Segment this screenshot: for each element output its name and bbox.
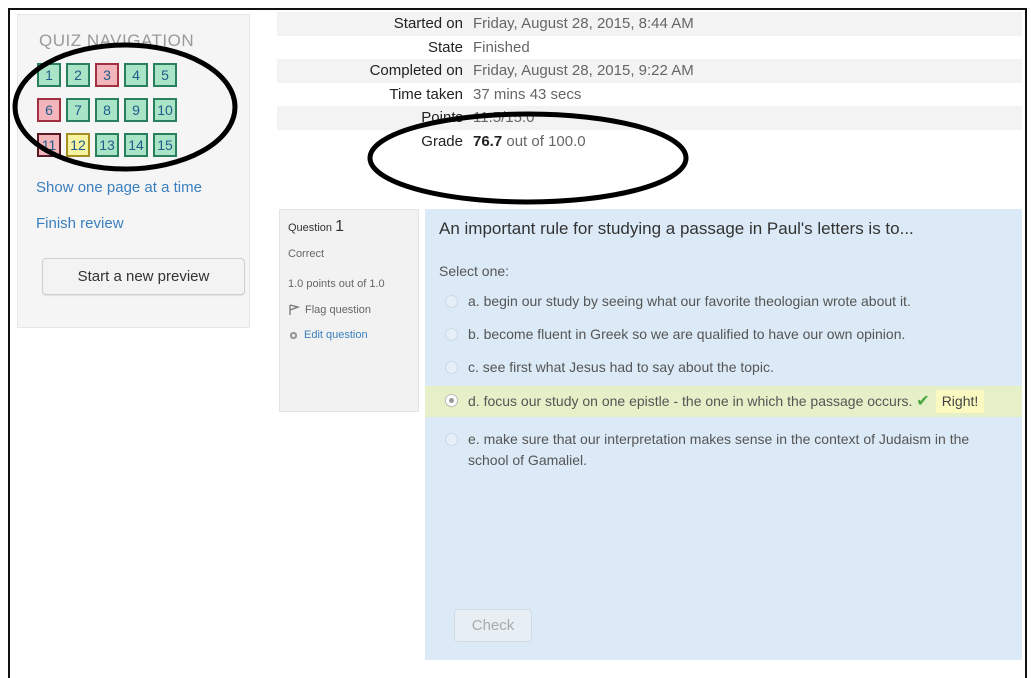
summary-row: State Finished [277,36,1022,60]
flag-icon [289,304,300,315]
edit-question-link[interactable]: Edit question [288,329,410,341]
show-one-page-link[interactable]: Show one page at a time [36,179,202,196]
question-row: 6 7 8 9 10 [37,98,177,122]
question-button[interactable]: 6 [37,98,61,122]
answer-text: b. become fluent in Greek so we are qual… [468,326,906,342]
summary-row: Points 11.5/15.0 [277,106,1022,130]
answer-radio-selected[interactable] [445,394,458,407]
summary-value: 76.7 out of 100.0 [473,133,586,150]
question-button[interactable]: 15 [153,133,177,157]
question-button[interactable]: 2 [66,63,90,87]
answer-option[interactable]: c. see first what Jesus had to say about… [439,357,1008,378]
summary-value: 37 mins 43 secs [473,85,582,103]
summary-label: Started on [393,15,463,33]
summary-label: Points [421,109,463,127]
question-content-panel: An important rule for studying a passage… [425,209,1022,660]
answer-radio[interactable] [445,328,458,341]
edit-question-label: Edit question [304,329,368,341]
finish-review-link[interactable]: Finish review [36,215,124,232]
question-button[interactable]: 11 [37,133,61,157]
answer-option[interactable]: e. make sure that our interpretation mak… [439,429,1008,471]
summary-value: Friday, August 28, 2015, 8:44 AM [473,15,694,33]
summary-label: Grade [421,132,463,150]
check-button[interactable]: Check [454,609,532,642]
answer-text: a. begin our study by seeing what our fa… [468,293,911,309]
question-button[interactable]: 7 [66,98,90,122]
answer-text: c. see first what Jesus had to say about… [468,359,774,375]
answer-text: d. focus our study on one epistle - the … [468,393,913,409]
summary-row: Time taken 37 mins 43 secs [277,83,1022,107]
question-row: 11 12 13 14 15 [37,133,177,157]
summary-value: Finished [473,38,530,56]
question-prefix: Question [288,222,333,234]
answer-text: e. make sure that our interpretation mak… [468,431,970,468]
summary-label: Completed on [369,62,463,80]
question-points: 1.0 points out of 1.0 [288,278,385,290]
grade-value: 76.7 [473,132,503,150]
summary-value: Friday, August 28, 2015, 9:22 AM [473,62,694,80]
answer-text-container: d. focus our study on one epistle - the … [468,390,988,413]
flag-question-label: Flag question [305,304,372,316]
feedback-mark: ✔ Right! [916,390,985,413]
question-state: Correct [288,248,325,260]
question-text: An important rule for studying a passage… [439,219,914,238]
question-button[interactable]: 3 [95,63,119,87]
question-button[interactable]: 4 [124,63,148,87]
summary-row: Grade 76.7 out of 100.0 [277,130,1022,154]
question-row: 1 2 3 4 5 [37,63,177,87]
question-button[interactable]: 8 [95,98,119,122]
question-button[interactable]: 10 [153,98,177,122]
question-button[interactable]: 9 [124,98,148,122]
question-button[interactable]: 13 [95,133,119,157]
question-number-value: 1 [335,218,344,235]
summary-value: 11.5/15.0 [473,109,535,127]
answer-radio[interactable] [445,295,458,308]
answer-option-selected[interactable]: d. focus our study on one epistle - the … [425,386,1022,417]
select-one-prompt: Select one: [439,263,510,279]
question-button[interactable]: 5 [153,63,177,87]
question-button-grid: 1 2 3 4 5 6 7 8 9 10 11 12 13 14 15 [37,63,177,168]
question-button[interactable]: 14 [124,133,148,157]
question-number: Question 1 [288,218,410,236]
gear-icon [289,331,298,339]
checkmark-icon: ✔ [916,393,930,410]
answer-radio[interactable] [445,433,458,446]
answer-option[interactable]: b. become fluent in Greek so we are qual… [439,324,1008,345]
question-button[interactable]: 1 [37,63,61,87]
question-button[interactable]: 12 [66,133,90,157]
attempt-summary-table: Started on Friday, August 28, 2015, 8:44… [277,12,1022,153]
summary-row: Started on Friday, August 28, 2015, 8:44… [277,12,1022,36]
summary-row: Completed on Friday, August 28, 2015, 9:… [277,59,1022,83]
start-new-preview-button[interactable]: Start a new preview [42,258,245,295]
flag-question-link[interactable]: Flag question [288,304,410,316]
summary-label: State [427,38,463,56]
quiz-navigation-title: QUIZ NAVIGATION [39,31,195,50]
quiz-navigation-block: QUIZ NAVIGATION 1 2 3 4 5 6 7 8 9 10 11 … [17,14,250,328]
answer-option[interactable]: a. begin our study by seeing what our fa… [439,291,1008,312]
grade-suffix: out of 100.0 [502,132,586,150]
right-feedback: Right! [935,390,985,413]
summary-label: Time taken [389,85,463,103]
question-info-panel: Question 1 Correct 1.0 points out of 1.0… [279,209,419,412]
answer-radio[interactable] [445,361,458,374]
